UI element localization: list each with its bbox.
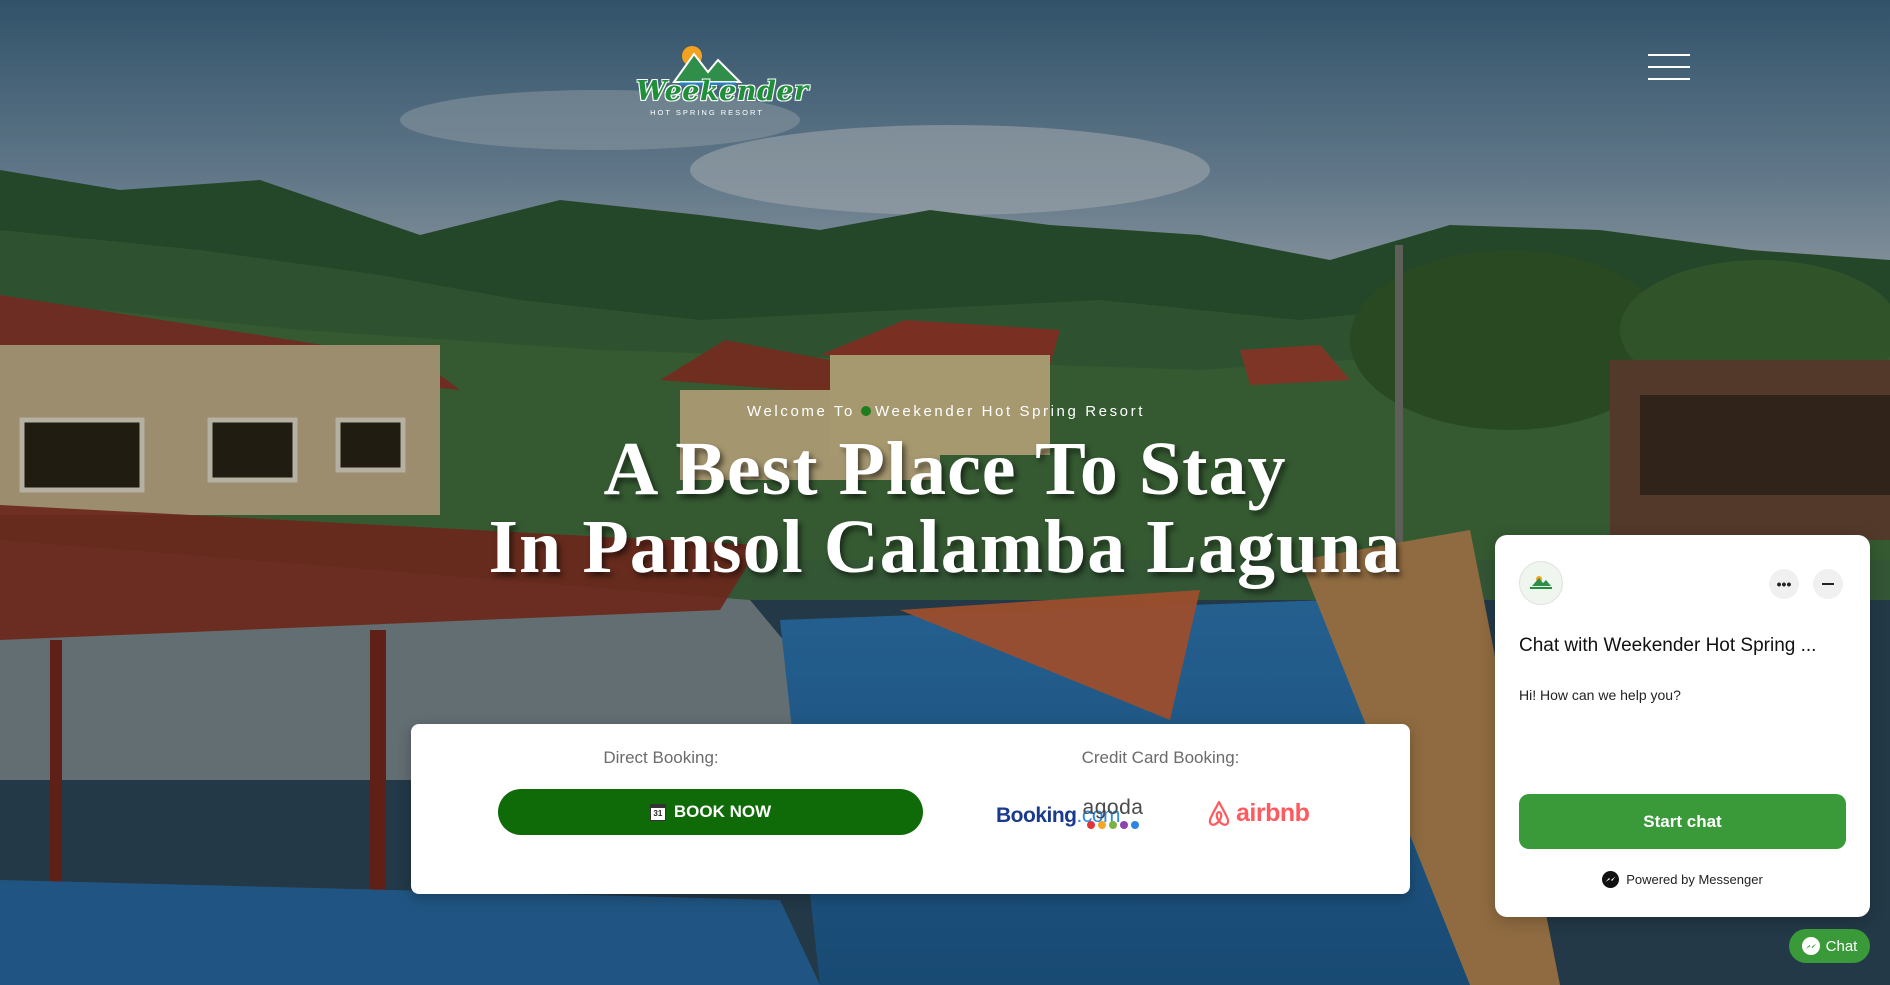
calendar-icon: 31 (649, 803, 666, 821)
chat-title: Chat with Weekender Hot Spring ... (1519, 635, 1817, 656)
book-now-button[interactable]: 31 BOOK NOW (498, 789, 923, 835)
start-chat-button[interactable]: Start chat (1519, 794, 1846, 849)
welcome-prefix: Welcome To (746, 403, 855, 420)
agoda-dots-icon (1081, 821, 1145, 829)
agoda-wordmark: agoda (1082, 796, 1144, 819)
powered-by-messenger: Powered by Messenger (1495, 871, 1870, 888)
site-logo[interactable]: Weekender HOT SPRING RESORT (636, 42, 809, 120)
logo-tagline: HOT SPRING RESORT (650, 108, 764, 117)
agoda-link[interactable]: agoda (1081, 797, 1145, 829)
book-now-label: BOOK NOW (673, 802, 772, 821)
chat-greeting-message: Hi! How can we help you? (1519, 687, 1681, 703)
weekender-mini-logo-icon (1530, 576, 1552, 589)
minimize-icon (1822, 583, 1834, 585)
booking-com-wordmark: Booking (996, 804, 1077, 827)
messenger-chat-panel: ••• Chat with Weekender Hot Spring ... H… (1495, 535, 1870, 917)
headline-line-1: A Best Place To Stay (603, 427, 1287, 511)
airbnb-link[interactable]: airbnb (1207, 799, 1310, 828)
booking-card: Direct Booking: 31 BOOK NOW Credit Card … (411, 724, 1410, 894)
powered-by-label: Powered by Messenger (1626, 872, 1763, 887)
hamburger-menu-icon[interactable] (1648, 54, 1690, 80)
welcome-line: Welcome To Weekender Hot Spring Resort (0, 403, 1890, 420)
messenger-bubble-icon (1801, 937, 1820, 955)
credit-card-booking-label: Credit Card Booking: (1081, 748, 1240, 767)
welcome-resort-name: Weekender Hot Spring Resort (874, 403, 1145, 420)
logo-wordmark: Weekender (636, 76, 809, 107)
airbnb-belo-icon (1208, 800, 1230, 826)
chat-launcher-label: Chat (1825, 937, 1858, 955)
messenger-icon (1602, 871, 1620, 888)
page-avatar (1519, 561, 1563, 605)
chat-minimize-button[interactable] (1813, 569, 1843, 599)
chat-more-options-button[interactable]: ••• (1769, 569, 1799, 599)
green-dot-icon (860, 406, 871, 416)
airbnb-wordmark: airbnb (1236, 799, 1310, 827)
chat-launcher-button[interactable]: Chat (1789, 929, 1870, 963)
direct-booking-label: Direct Booking: (603, 748, 719, 767)
